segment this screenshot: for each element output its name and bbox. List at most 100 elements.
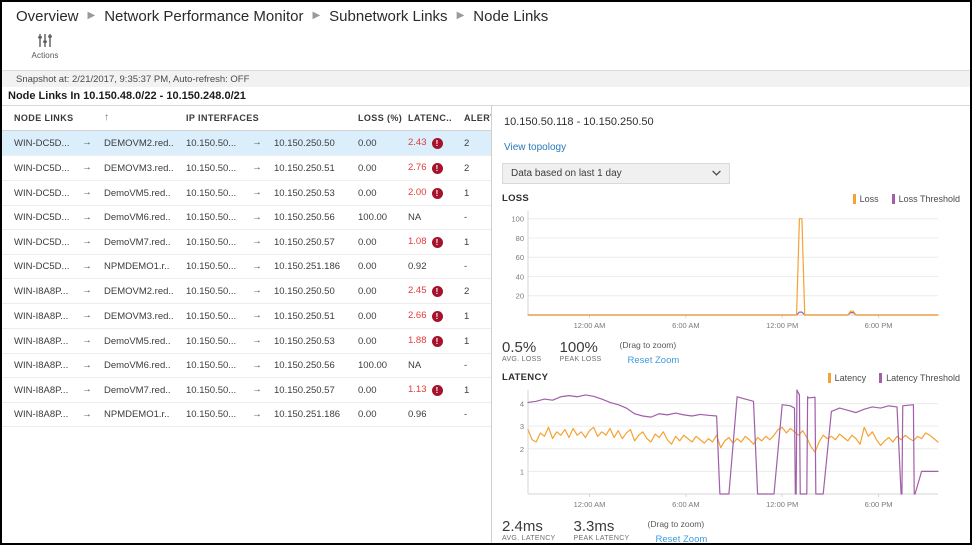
table-row[interactable]: WIN-DC5D...→NPMDEMO1.r..10.150.50...→10.… xyxy=(2,255,492,279)
actions-label: Actions xyxy=(32,51,59,60)
legend-swatch-loss-threshold xyxy=(892,194,895,204)
cell-source-ip: 10.150.50... xyxy=(182,206,244,230)
legend-swatch-loss xyxy=(853,194,856,204)
legend-swatch-latency-threshold xyxy=(879,373,882,383)
table-row[interactable]: WIN-DC5D...→DemoVM7.red..10.150.50...→10… xyxy=(2,230,492,255)
link-detail-title: 10.150.50.118 - 10.150.250.50 xyxy=(504,116,960,128)
cell-loss: 0.00 xyxy=(354,378,404,403)
breadcrumb-item-network-performance-monitor[interactable]: Network Performance Monitor xyxy=(104,8,303,25)
arrow-right-icon: → xyxy=(244,304,270,329)
latency-value: 2.45 xyxy=(408,285,427,296)
latency-value: 0.96 xyxy=(408,409,427,420)
legend-item-loss-threshold: Loss Threshold xyxy=(892,194,960,204)
column-header-ip-interfaces[interactable]: IP INTERFACES xyxy=(182,106,244,131)
loss-drag-hint: (Drag to zoom) xyxy=(620,340,680,350)
npm-node-links-page: Overview ▶ Network Performance Monitor ▶… xyxy=(0,0,972,545)
alert-exclamation-icon: ! xyxy=(432,188,443,199)
cell-alerts-count: 2 xyxy=(460,156,492,181)
loss-chart[interactable]: 2040608010012:00 AM6:00 AM12:00 PM6:00 P… xyxy=(502,207,960,335)
cell-latency: 1.08! xyxy=(404,230,460,255)
svg-text:6:00 PM: 6:00 PM xyxy=(865,321,893,330)
arrow-right-icon: → xyxy=(74,329,100,354)
alert-exclamation-icon: ! xyxy=(432,138,443,149)
column-header-loss[interactable]: LOSS (%) xyxy=(354,106,404,131)
table-row[interactable]: WIN-I8A8P...→DemoVM6.red..10.150.50...→1… xyxy=(2,354,492,378)
cell-target-ip: 10.150.250.50 xyxy=(270,131,354,156)
cell-loss: 0.00 xyxy=(354,255,404,279)
sort-ascending-icon[interactable]: ↑ xyxy=(104,112,109,123)
cell-target-ip: 10.150.250.56 xyxy=(270,206,354,230)
svg-text:12:00 AM: 12:00 AM xyxy=(574,500,606,509)
table-row[interactable]: WIN-I8A8P...→DEMOVM3.red..10.150.50...→1… xyxy=(2,304,492,329)
cell-loss: 0.00 xyxy=(354,304,404,329)
cell-alerts-count: 1 xyxy=(460,304,492,329)
arrow-right-icon: → xyxy=(244,206,270,230)
chevron-down-icon xyxy=(712,169,721,178)
cell-latency: 0.96 xyxy=(404,403,460,427)
arrow-right-icon: → xyxy=(244,131,270,156)
cell-target-node: NPMDEMO1.r.. xyxy=(100,403,182,427)
svg-text:80: 80 xyxy=(516,234,524,243)
cell-latency: 2.66! xyxy=(404,304,460,329)
cell-target-node: NPMDEMO1.r.. xyxy=(100,255,182,279)
svg-text:2: 2 xyxy=(520,445,524,454)
table-row[interactable]: WIN-DC5D...→DEMOVM3.red..10.150.50...→10… xyxy=(2,156,492,181)
peak-loss-value: 100% xyxy=(560,339,602,356)
arrow-right-icon: → xyxy=(74,255,100,279)
latency-reset-zoom-link[interactable]: Reset Zoom xyxy=(656,534,708,545)
node-links-table-pane: NODE LINKS ↑ IP INTERFACES LOSS (%) LATE… xyxy=(2,106,492,545)
cell-target-node: DEMOVM2.red.. xyxy=(100,131,182,156)
latency-chart[interactable]: 123412:00 AM6:00 AM12:00 PM6:00 PM xyxy=(502,386,960,514)
column-header-alerts[interactable]: ALERTS xyxy=(460,106,492,131)
latency-value: NA xyxy=(408,212,421,223)
table-row[interactable]: WIN-DC5D...→DEMOVM2.red..10.150.50...→10… xyxy=(2,131,492,156)
cell-target-ip: 10.150.250.57 xyxy=(270,378,354,403)
cell-target-node: DemoVM5.red.. xyxy=(100,329,182,354)
arrow-right-icon: → xyxy=(74,354,100,378)
view-topology-link[interactable]: View topology xyxy=(504,142,566,153)
latency-chart-legend: Latency Latency Threshold xyxy=(828,373,960,383)
actions-button[interactable]: Actions xyxy=(18,30,72,60)
peak-loss-label: PEAK LOSS xyxy=(560,356,602,363)
legend-label-loss: Loss xyxy=(860,194,879,204)
cell-target-node: DemoVM7.red.. xyxy=(100,230,182,255)
table-row[interactable]: WIN-DC5D...→DemoVM6.red..10.150.50...→10… xyxy=(2,206,492,230)
cell-loss: 100.00 xyxy=(354,206,404,230)
time-range-select[interactable]: Data based on last 1 day xyxy=(502,163,730,184)
cell-source-ip: 10.150.50... xyxy=(182,131,244,156)
table-row[interactable]: WIN-DC5D...→DemoVM5.red..10.150.50...→10… xyxy=(2,181,492,206)
column-header-node-links[interactable]: NODE LINKS xyxy=(2,106,74,131)
breadcrumb-item-node-links[interactable]: Node Links xyxy=(473,8,548,25)
latency-value: 0.92 xyxy=(408,261,427,272)
breadcrumb-item-subnetwork-links[interactable]: Subnetwork Links xyxy=(329,8,447,25)
cell-target-node: DEMOVM2.red.. xyxy=(100,279,182,304)
table-row[interactable]: WIN-I8A8P...→DemoVM7.red..10.150.50...→1… xyxy=(2,378,492,403)
breadcrumb-item-overview[interactable]: Overview xyxy=(16,8,79,25)
table-row[interactable]: WIN-I8A8P...→DemoVM5.red..10.150.50...→1… xyxy=(2,329,492,354)
cell-target-ip: 10.150.250.53 xyxy=(270,329,354,354)
table-header-row: NODE LINKS ↑ IP INTERFACES LOSS (%) LATE… xyxy=(2,106,492,131)
cell-source-node: WIN-I8A8P... xyxy=(2,279,74,304)
table-row[interactable]: WIN-I8A8P...→DEMOVM2.red..10.150.50...→1… xyxy=(2,279,492,304)
cell-target-ip: 10.150.250.51 xyxy=(270,156,354,181)
loss-reset-zoom-link[interactable]: Reset Zoom xyxy=(628,355,680,366)
cell-target-ip: 10.150.250.57 xyxy=(270,230,354,255)
svg-text:3: 3 xyxy=(520,422,524,431)
cell-target-node: DemoVM6.red.. xyxy=(100,354,182,378)
column-header-latency[interactable]: LATENC.. xyxy=(404,106,460,131)
table-row[interactable]: WIN-I8A8P...→NPMDEMO1.r..10.150.50...→10… xyxy=(2,403,492,427)
arrow-right-icon: → xyxy=(244,255,270,279)
alert-exclamation-icon: ! xyxy=(432,336,443,347)
svg-text:20: 20 xyxy=(516,292,524,301)
legend-label-latency-threshold: Latency Threshold xyxy=(886,373,960,383)
arrow-right-icon: → xyxy=(74,230,100,255)
cell-target-node: DemoVM7.red.. xyxy=(100,378,182,403)
avg-latency-stat: 2.4ms AVG. LATENCY xyxy=(502,518,556,542)
cell-loss: 0.00 xyxy=(354,156,404,181)
cell-loss: 0.00 xyxy=(354,181,404,206)
cell-source-ip: 10.150.50... xyxy=(182,354,244,378)
loss-chart-header: LOSS Loss Loss Threshold xyxy=(502,193,960,204)
svg-text:12:00 AM: 12:00 AM xyxy=(574,321,606,330)
latency-value: 1.08 xyxy=(408,236,427,247)
section-title-bar: Node Links In 10.150.48.0/22 - 10.150.24… xyxy=(2,87,970,106)
